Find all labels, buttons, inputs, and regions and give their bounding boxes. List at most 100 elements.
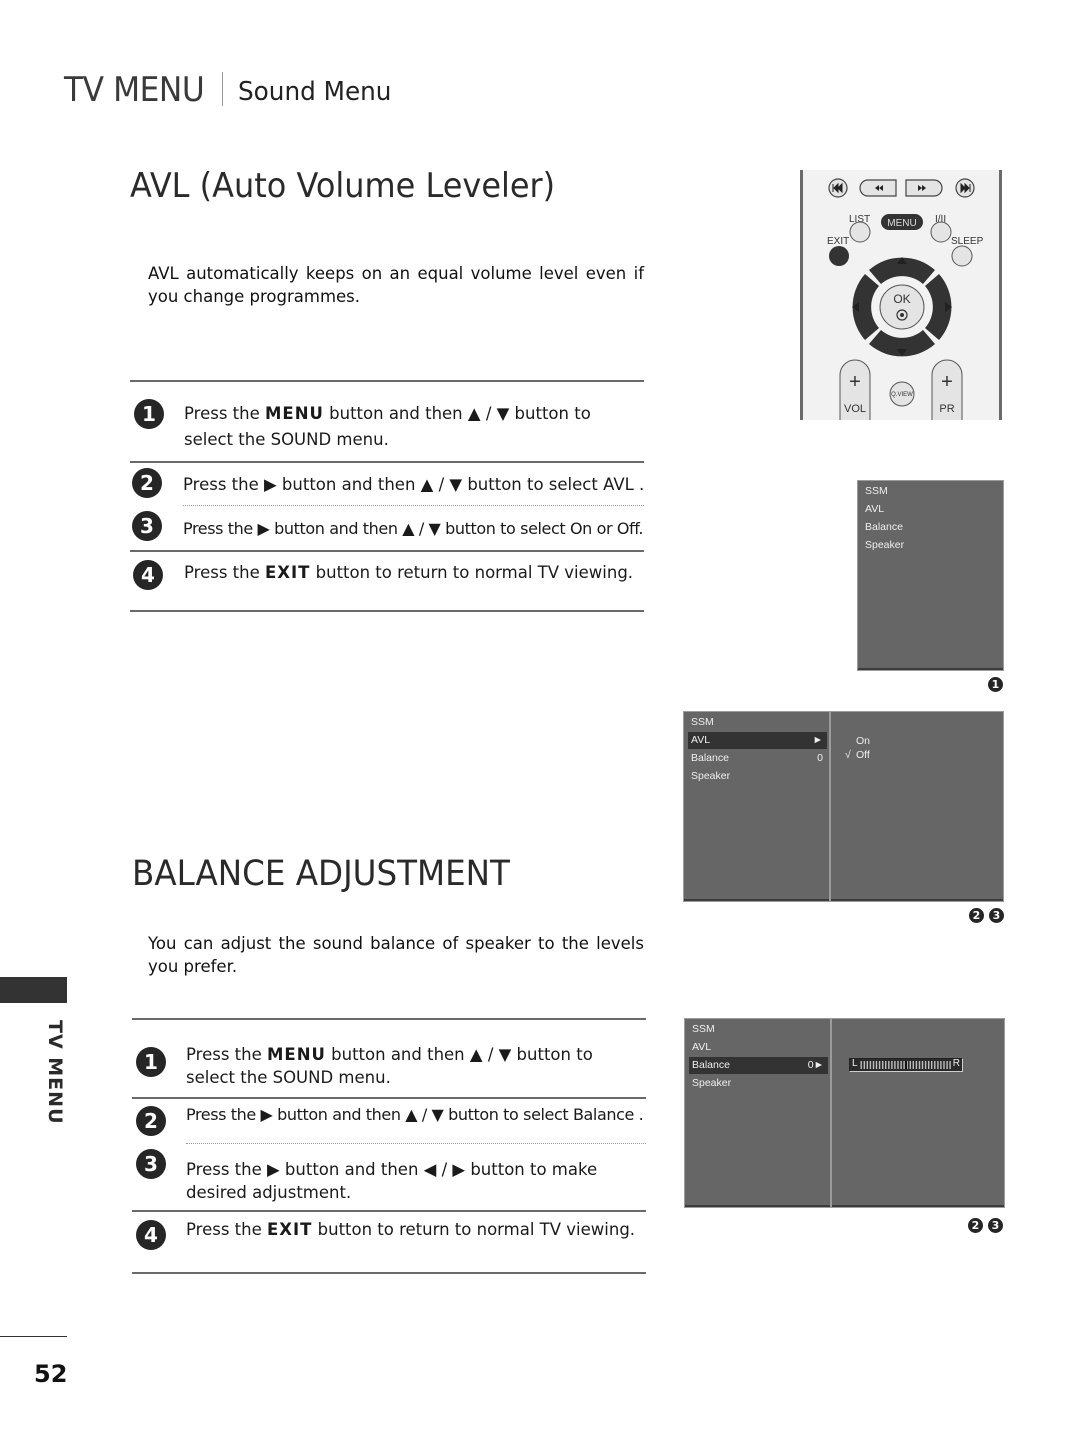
off-label: Off (616, 519, 639, 538)
fast-forward-icon[interactable] (905, 179, 943, 197)
balance-tick (903, 1061, 905, 1069)
step-text: Press the (186, 1045, 267, 1064)
exit-button[interactable] (829, 246, 849, 266)
osd-item-label: Balance (691, 752, 729, 764)
step-number-1: 1 (134, 399, 164, 429)
option-label: Off (856, 749, 870, 761)
step-text: . (633, 475, 645, 494)
osd-item-ssm[interactable]: SSM (862, 483, 1001, 500)
balance-tick (875, 1061, 878, 1069)
avl-option-label: AVL (603, 475, 634, 494)
step-number-3: 3 (132, 511, 162, 541)
osd-sound-menu-avl: SSM AVL ► Balance 0 Speaker (683, 711, 830, 902)
step-badge: 3 (989, 908, 1004, 923)
step-badge: 2 (969, 908, 984, 923)
ok-label: OK (893, 292, 910, 306)
subsection-title: Sound Menu (238, 77, 392, 107)
divider (132, 1272, 646, 1274)
osd-balance-panel: L R (831, 1018, 1005, 1208)
divider (130, 610, 644, 612)
balance-tick (878, 1061, 881, 1069)
osd-item-ssm[interactable]: SSM (688, 714, 827, 731)
osd-option-on[interactable]: On (845, 735, 870, 747)
osd-item-speaker[interactable]: Speaker (862, 537, 1001, 554)
balance-tick (949, 1061, 951, 1069)
osd-item-avl[interactable]: AVL (862, 501, 1001, 518)
plus-icon: + (849, 371, 861, 393)
osd-item-value: 0 (817, 752, 823, 764)
exit-key-label: EXIT (267, 1220, 313, 1239)
osd-item-speaker[interactable]: Speaker (688, 768, 827, 785)
balance-tick (921, 1061, 924, 1069)
osd-avl-options: On √ Off (830, 711, 1004, 902)
osd-item-label: Speaker (692, 1077, 732, 1089)
avl-heading: AVL (Auto Volume Leveler) (130, 166, 556, 206)
step-text: Press the (184, 404, 265, 423)
balance-tick (869, 1061, 872, 1069)
rewind-icon[interactable] (859, 179, 897, 197)
avl-step-4: Press the EXIT button to return to norma… (184, 560, 654, 586)
balance-tick (931, 1061, 933, 1069)
step-text: Press the ▶ button and then ▲ / ▼ button… (183, 475, 604, 494)
qview-label: Q.VIEW (891, 392, 913, 398)
osd-item-speaker[interactable]: Speaker (689, 1075, 828, 1092)
step-text: Press the ▶ button and then ▲ / ▼ button… (186, 1105, 573, 1124)
balance-tick (918, 1061, 921, 1069)
osd-item-label: SSM (692, 1023, 715, 1035)
osd-sound-menu-balance: SSM AVL Balance 0► Speaker (684, 1018, 831, 1208)
dotted-divider (186, 1143, 646, 1144)
osd-item-balance-selected[interactable]: Balance 0► (689, 1057, 828, 1074)
remote-illustration: LIST MENU I/II EXIT SLEEP OK + VOL Q.VIE… (827, 178, 984, 420)
balance-tick (882, 1061, 884, 1069)
avl-step-1: Press the MENU button and then ▲ / ▼ but… (184, 401, 644, 453)
remote-control: LIST MENU I/II EXIT SLEEP OK + VOL Q.VIE… (800, 170, 1002, 420)
plus-icon: + (941, 371, 953, 393)
step-number-1: 1 (136, 1047, 166, 1077)
list-button[interactable] (849, 221, 871, 243)
step-number-2: 2 (132, 468, 162, 498)
skip-back-icon[interactable] (828, 178, 848, 198)
balance-tick (937, 1061, 939, 1069)
menu-label: MENU (887, 218, 916, 229)
balance-step-3: Press the ▶ button and then ◀ / ▶ button… (186, 1160, 598, 1202)
osd-item-avl[interactable]: AVL (689, 1039, 828, 1056)
sleep-button[interactable] (951, 245, 973, 267)
pr-label: PR (939, 403, 954, 415)
sleep-label: SLEEP (951, 236, 984, 247)
skip-forward-icon[interactable] (955, 178, 975, 198)
balance-slider[interactable]: L R (849, 1058, 963, 1072)
step-text: or (591, 519, 617, 538)
balance-tick (888, 1061, 890, 1069)
balance-tick (891, 1061, 893, 1069)
balance-position-marker[interactable] (905, 1061, 907, 1069)
check-icon: √ (845, 749, 851, 761)
balance-tick (934, 1061, 936, 1069)
osd-option-off[interactable]: √ Off (845, 749, 870, 761)
balance-option-label: Balance (572, 1105, 634, 1124)
balance-tick (900, 1061, 902, 1069)
step-text: . (638, 519, 644, 538)
osd-item-label: AVL (692, 1041, 712, 1053)
i-ii-button[interactable] (930, 221, 952, 243)
balance-tick (912, 1061, 914, 1069)
balance-tick (897, 1061, 899, 1069)
vol-label: VOL (844, 403, 866, 415)
balance-heading: BALANCE ADJUSTMENT (132, 854, 510, 894)
step-badge: 3 (988, 1218, 1003, 1233)
osd-item-balance[interactable]: Balance (862, 519, 1001, 536)
osd-item-avl-selected[interactable]: AVL ► (688, 732, 827, 749)
balance-tick (909, 1061, 911, 1069)
step-text: Press the (186, 1220, 267, 1239)
divider (132, 1018, 646, 1020)
menu-key-label: MENU (267, 1045, 326, 1064)
divider (130, 380, 644, 382)
osd-item-balance[interactable]: Balance 0 (688, 750, 827, 767)
osd-item-ssm[interactable]: SSM (689, 1021, 828, 1038)
page-number: 52 (34, 1360, 68, 1388)
option-label: On (856, 735, 871, 747)
sidebar-label: TV MENU (44, 1020, 66, 1125)
balance-left-label: L (852, 1058, 858, 1069)
divider (132, 1097, 646, 1099)
step-text: button to return to normal TV viewing. (312, 1220, 636, 1239)
balance-tick (943, 1061, 945, 1069)
